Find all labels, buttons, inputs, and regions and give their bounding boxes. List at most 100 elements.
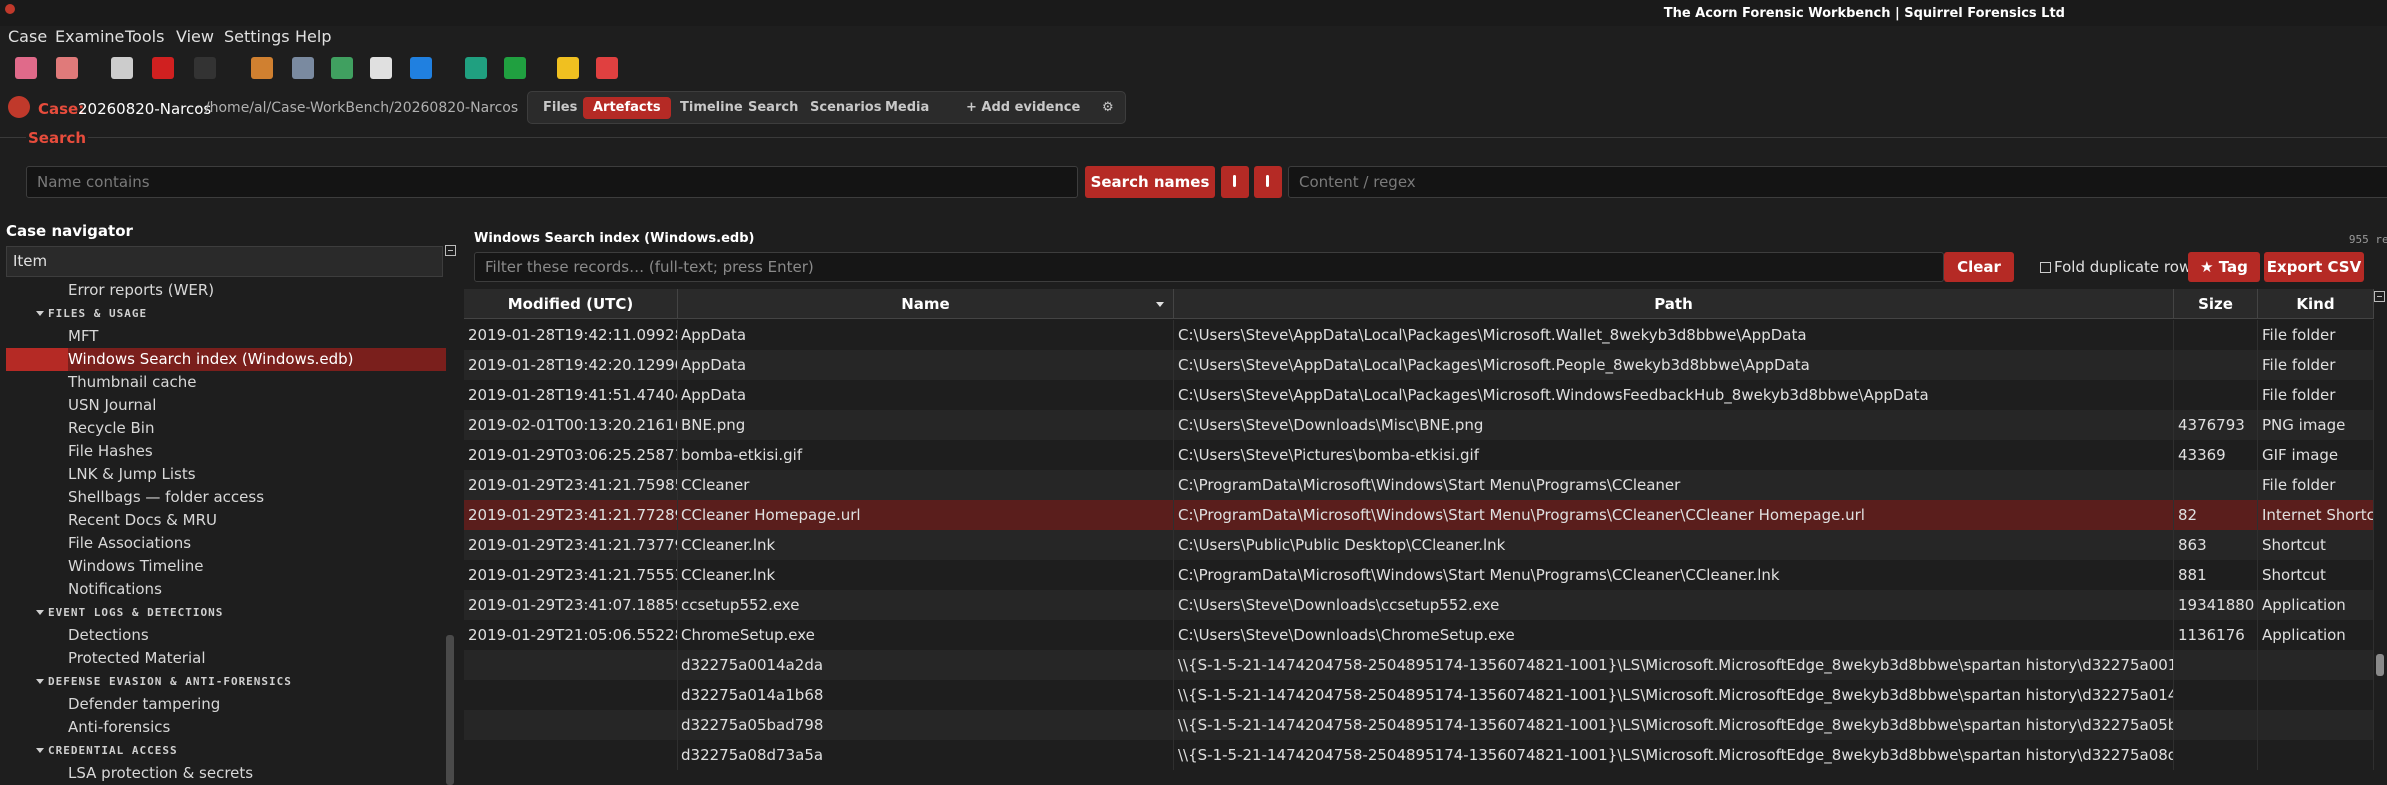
table-collapse-icon[interactable] [2374, 291, 2385, 302]
spider-icon [251, 57, 273, 79]
nav-item-lsa-protection-secrets[interactable]: LSA protection & secrets [6, 762, 446, 785]
nav-group-defense-evasion-anti-forensics[interactable]: DEFENSE EVASION & ANTI-FORENSICS [6, 672, 292, 692]
tab-add-evidence[interactable]: + Add evidence [956, 97, 1090, 119]
clear-button[interactable]: Clear [1944, 252, 2014, 282]
nav-item-anti-forensics[interactable]: Anti-forensics [6, 716, 446, 739]
kind-cell: PNG image [2258, 410, 2374, 440]
device-button[interactable] [190, 53, 220, 83]
report-button[interactable] [592, 53, 622, 83]
tab-media[interactable]: Media [875, 97, 939, 119]
search-names-button[interactable]: Search names [1085, 166, 1215, 198]
table-row[interactable]: 2019-02-01T00:13:20.216166ZBNE.pngC:\Use… [464, 410, 2374, 440]
chevron-down-icon [36, 311, 44, 316]
spreadsheet-button[interactable] [500, 53, 530, 83]
table-row[interactable]: 2019-01-29T03:06:25.258717Zbomba-etkisi.… [464, 440, 2374, 470]
filter-option-button[interactable] [1221, 166, 1249, 198]
modified-cell: 2019-01-29T23:41:21.755539Z [466, 560, 678, 590]
kind-cell: File folder [2258, 320, 2374, 350]
folder-button[interactable] [148, 53, 178, 83]
refresh-button[interactable] [406, 53, 436, 83]
filter-option-button[interactable] [1254, 166, 1282, 198]
table-row[interactable]: 2019-01-29T23:41:07.188596Zccsetup552.ex… [464, 590, 2374, 620]
column-header-name[interactable]: Name [678, 289, 1174, 319]
export-csv-button[interactable]: Export CSV [2264, 252, 2364, 282]
usb-button[interactable] [461, 53, 491, 83]
name-cell: CCleaner [679, 470, 1174, 500]
column-header-size[interactable]: Size [2174, 289, 2258, 319]
nav-group-label: FILES & USAGE [48, 307, 148, 320]
evidence-image-button[interactable] [11, 53, 41, 83]
table-row[interactable]: d32275a0014a2da \\{S-1-5-21-1474204758-25… [464, 650, 2374, 680]
nav-item-mft[interactable]: MFT [6, 325, 446, 348]
nav-item-defender-tampering[interactable]: Defender tampering [6, 693, 446, 716]
content-regex-input[interactable] [1288, 166, 2387, 198]
disk-button[interactable] [107, 53, 137, 83]
menu-help[interactable]: Help [295, 27, 331, 46]
column-header-path[interactable]: Path [1174, 289, 2174, 319]
path-cell: \\{S-1-5-21-1474204758-2504895174-135607… [1174, 710, 2174, 740]
nav-item-file-hashes[interactable]: File Hashes [6, 440, 446, 463]
path-cell: C:\Users\Steve\AppData\Local\Packages\Mi… [1174, 380, 2174, 410]
nav-item-error-reports-wer[interactable]: Error reports (WER) [6, 279, 446, 302]
nav-item-recycle-bin[interactable]: Recycle Bin [6, 417, 446, 440]
name-contains-input[interactable] [26, 166, 1078, 198]
nav-item-protected-material[interactable]: Protected Material [6, 647, 446, 670]
records-filter-input[interactable] [474, 252, 1944, 282]
table-row[interactable]: d32275a08d73a5a \\{S-1-5-21-1474204758-25… [464, 740, 2374, 770]
tab-settings[interactable]: ⚙ [1092, 97, 1124, 119]
spider-button[interactable] [247, 53, 277, 83]
name-cell: CCleaner.lnk [679, 560, 1174, 590]
table-scrollbar[interactable] [2376, 654, 2384, 676]
navigator-scrollbar[interactable] [446, 635, 454, 785]
name-cell: ccsetup552.exe [679, 590, 1174, 620]
nav-item-thumbnail-cache[interactable]: Thumbnail cache [6, 371, 446, 394]
table-row[interactable]: 2019-01-29T23:41:21.772897ZCCleaner Home… [464, 500, 2374, 530]
tab-files[interactable]: Files [533, 97, 587, 119]
menu-examine[interactable]: Examine [55, 27, 124, 46]
navigator-column-header[interactable]: Item [6, 246, 443, 277]
nav-item-windows-search-index-windows-edb[interactable]: Windows Search index (Windows.edb) [6, 348, 446, 371]
tag-button[interactable]: ★ Tag [2188, 252, 2260, 282]
modified-cell: 2019-01-29T23:41:07.188596Z [466, 590, 678, 620]
name-cell: ChromeSetup.exe [679, 620, 1174, 650]
table-row[interactable]: 2019-01-28T19:42:11.099284ZAppDataC:\Use… [464, 320, 2374, 350]
menu-tools[interactable]: Tools [125, 27, 164, 46]
nav-group-files-usage[interactable]: FILES & USAGE [6, 304, 147, 324]
tab-search[interactable]: Search [738, 97, 808, 119]
table-row[interactable]: d32275a05bad798 \\{S-1-5-21-1474204758-25… [464, 710, 2374, 740]
nav-item-recent-docs-mru[interactable]: Recent Docs & MRU [6, 509, 446, 532]
table-row[interactable]: 2019-01-28T19:41:51.474048ZAppDataC:\Use… [464, 380, 2374, 410]
modified-cell [466, 710, 678, 740]
nav-item-windows-timeline[interactable]: Windows Timeline [6, 555, 446, 578]
fold-duplicates-checkbox[interactable] [2040, 262, 2051, 273]
nav-item-shellbags-folder-access[interactable]: Shellbags — folder access [6, 486, 446, 509]
notes-button[interactable] [553, 53, 583, 83]
nav-item-lnk-jump-lists[interactable]: LNK & Jump Lists [6, 463, 446, 486]
fold-duplicates-label[interactable]: Fold duplicate rows [2054, 258, 2199, 276]
nav-item-notifications[interactable]: Notifications [6, 578, 446, 601]
nav-item-usn-journal[interactable]: USN Journal [6, 394, 446, 417]
table-row[interactable]: 2019-01-29T23:41:21.755539ZCCleaner.lnkC… [464, 560, 2374, 590]
table-row[interactable]: 2019-01-29T23:41:21.737796ZCCleaner.lnkC… [464, 530, 2374, 560]
nav-group-event-logs-detections[interactable]: EVENT LOGS & DETECTIONS [6, 603, 223, 623]
column-header-modified[interactable]: Modified (UTC) [464, 289, 678, 319]
table-row[interactable]: d32275a014a1b68 \\{S-1-5-21-1474204758-25… [464, 680, 2374, 710]
table-row[interactable]: 2019-01-29T23:41:21.759858ZCCleanerC:\Pr… [464, 470, 2374, 500]
bar-icon [1266, 175, 1269, 187]
open-case-button[interactable] [52, 53, 82, 83]
column-header-kind[interactable]: Kind [2258, 289, 2374, 319]
menu-settings[interactable]: Settings [224, 27, 290, 46]
table-row[interactable]: 2019-01-28T19:42:20.129901ZAppDataC:\Use… [464, 350, 2374, 380]
collapse-icon[interactable] [445, 245, 456, 256]
tab-artefacts[interactable]: Artefacts [583, 97, 671, 119]
menu-case[interactable]: Case [8, 27, 47, 46]
person-card-button[interactable] [327, 53, 357, 83]
nav-item-detections[interactable]: Detections [6, 624, 446, 647]
table-row[interactable]: 2019-01-29T21:05:06.552285ZChromeSetup.e… [464, 620, 2374, 650]
terminal-button[interactable] [288, 53, 318, 83]
nav-item-file-associations[interactable]: File Associations [6, 532, 446, 555]
modified-cell: 2019-01-28T19:42:20.129901Z [466, 350, 678, 380]
nav-group-credential-access[interactable]: CREDENTIAL ACCESS [6, 741, 178, 761]
menu-view[interactable]: View [176, 27, 214, 46]
calendar-button[interactable] [366, 53, 396, 83]
